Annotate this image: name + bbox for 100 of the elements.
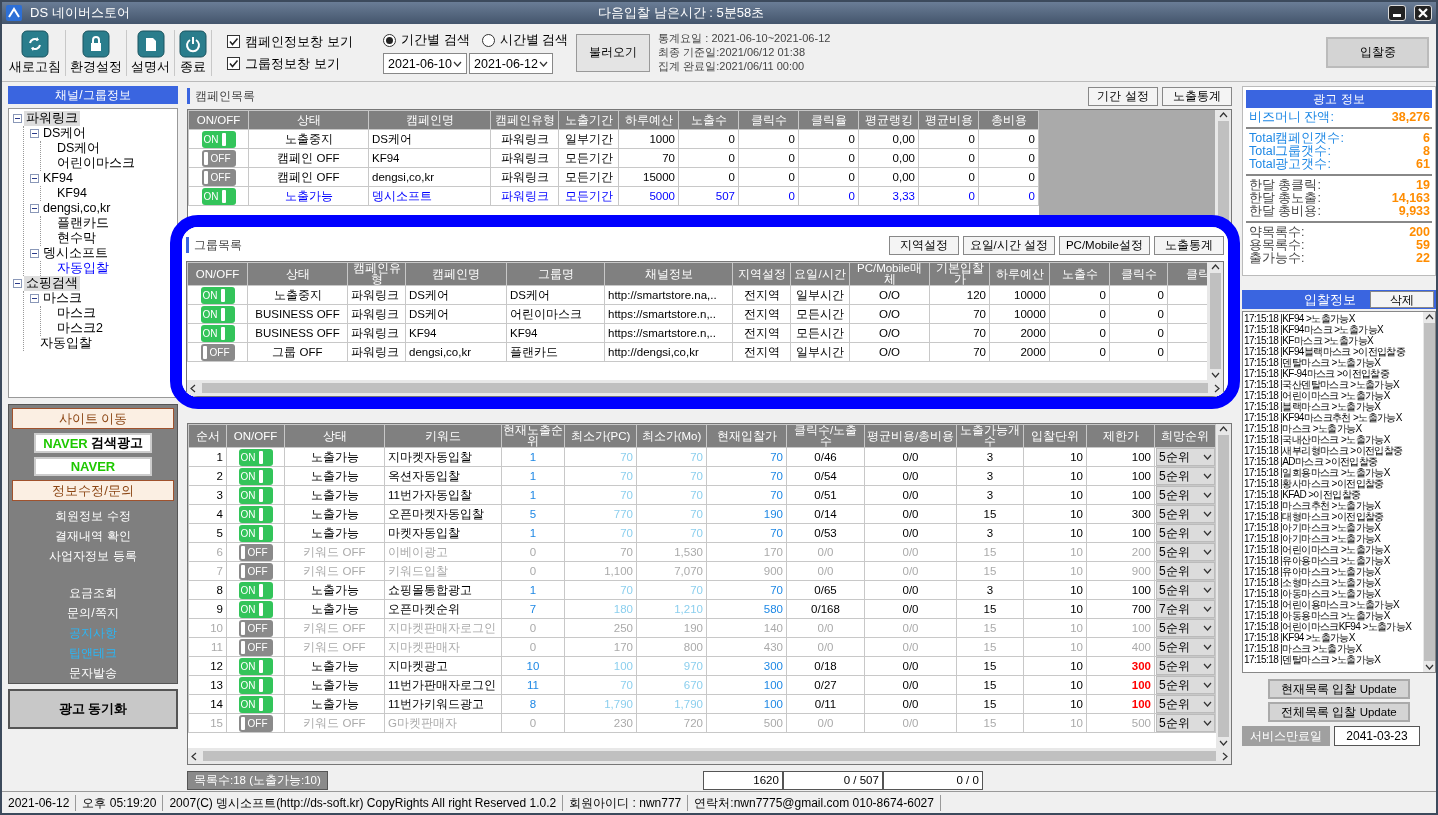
toolbar-button[interactable]: 환경설정 <box>67 29 125 76</box>
toggle-switch[interactable]: ON <box>200 305 235 323</box>
column-header[interactable]: 평균비용 <box>918 110 979 130</box>
column-header[interactable]: 요일/시간 <box>790 262 850 286</box>
tree-item[interactable]: 마스크 <box>41 291 84 306</box>
column-header[interactable]: 클릭수/노출수 <box>786 424 865 448</box>
column-header[interactable]: 현재입찰가 <box>706 424 787 448</box>
rank-dropdown[interactable]: 5순위 <box>1156 486 1215 504</box>
toggle-switch[interactable]: ON <box>200 324 235 342</box>
column-header[interactable]: 최소가(PC) <box>564 424 637 448</box>
bidding-button[interactable]: 입찰중 <box>1326 37 1429 68</box>
column-header[interactable]: 희망순위 <box>1154 424 1216 448</box>
column-header[interactable]: 캠페인명 <box>368 110 491 130</box>
tree-item[interactable]: DS케어 <box>41 126 89 141</box>
column-header[interactable]: 캠페인명 <box>405 262 507 286</box>
rank-dropdown[interactable]: 5순위 <box>1156 505 1215 523</box>
rank-dropdown[interactable]: 5순위 <box>1156 581 1215 599</box>
update-button[interactable]: 현재목록 입찰 Update <box>1268 679 1410 699</box>
vertical-scrollbar[interactable] <box>1423 312 1435 672</box>
collapse-icon[interactable] <box>30 249 39 258</box>
toggle-switch[interactable]: ON <box>238 600 273 618</box>
collapse-icon[interactable] <box>30 174 39 183</box>
menu-link[interactable]: 회원정보 수정 <box>55 506 131 526</box>
column-header[interactable]: ON/OFF <box>188 110 249 130</box>
date-dropdown[interactable]: 2021-06-12 <box>469 53 553 74</box>
checkbox[interactable]: 캠페인정보창 보기 <box>227 32 377 51</box>
vertical-scrollbar[interactable] <box>1207 262 1223 380</box>
column-header[interactable]: 지역설정 <box>732 262 791 286</box>
column-header[interactable]: 하루예산 <box>989 262 1050 286</box>
action-button[interactable]: 기간 설정 <box>1088 86 1158 106</box>
column-header[interactable]: 최소가(Mo) <box>636 424 707 448</box>
load-button[interactable]: 불러오기 <box>576 33 651 72</box>
toggle-switch[interactable]: ON <box>238 524 273 542</box>
tree-item[interactable]: 자동입찰 <box>38 336 94 351</box>
column-header[interactable]: PC/Mobile매체 <box>849 262 930 286</box>
collapse-icon[interactable] <box>13 279 22 288</box>
rank-dropdown[interactable]: 5순위 <box>1156 619 1215 637</box>
column-header[interactable]: 현재노출순위 <box>501 424 565 448</box>
tree-item[interactable]: 마스크 <box>55 306 98 321</box>
toggle-switch[interactable]: OFF <box>238 638 273 656</box>
delete-button[interactable]: 삭제 <box>1370 291 1434 308</box>
column-header[interactable]: 입찰단위 <box>1023 424 1087 448</box>
update-button[interactable]: 전체목록 입찰 Update <box>1268 702 1410 722</box>
menu-link[interactable]: 요금조회 <box>69 583 117 603</box>
toggle-switch[interactable]: ON <box>201 187 236 205</box>
site-link-button[interactable]: NAVER 검색광고 <box>34 433 152 453</box>
rank-dropdown[interactable]: 5순위 <box>1156 657 1215 675</box>
radio-button[interactable]: 기간별 검색 <box>383 31 470 49</box>
column-header[interactable]: 노출기간 <box>558 110 619 130</box>
collapse-icon[interactable] <box>30 294 39 303</box>
close-button[interactable] <box>1414 5 1432 21</box>
column-header[interactable]: 클릭수 <box>738 110 799 130</box>
toolbar-button[interactable]: 새로고침 <box>6 29 64 76</box>
tree-item[interactable]: DS케어 <box>55 141 103 156</box>
rank-dropdown[interactable]: 5순위 <box>1156 714 1215 732</box>
column-header[interactable]: ON/OFF <box>226 424 285 448</box>
toggle-switch[interactable]: OFF <box>238 543 273 561</box>
column-header[interactable]: 키워드 <box>384 424 502 448</box>
horizontal-scrollbar[interactable] <box>188 748 1231 764</box>
rank-dropdown[interactable]: 5순위 <box>1156 467 1215 485</box>
column-header[interactable]: 기본입찰가 <box>929 262 990 286</box>
column-header[interactable]: 상태 <box>284 424 385 448</box>
toggle-switch[interactable]: OFF <box>200 343 235 361</box>
action-button[interactable]: 지역설정 <box>888 235 959 255</box>
toggle-switch[interactable]: OFF <box>201 168 236 186</box>
sync-button[interactable]: 광고 동기화 <box>8 689 178 729</box>
toggle-switch[interactable]: OFF <box>238 562 273 580</box>
column-header[interactable]: ON/OFF <box>187 262 248 286</box>
menu-link[interactable]: 문자발송 <box>69 663 117 683</box>
column-header[interactable]: 상태 <box>248 110 369 130</box>
column-header[interactable]: 노출수 <box>1049 262 1110 286</box>
column-header[interactable]: 클릭 <box>1167 262 1207 286</box>
menu-link[interactable]: 결재내역 확인 <box>55 526 131 546</box>
date-dropdown[interactable]: 2021-06-10 <box>383 53 467 74</box>
rank-dropdown[interactable]: 7순위 <box>1156 600 1215 618</box>
tree-item[interactable]: 현수막 <box>55 231 98 246</box>
toggle-switch[interactable]: ON <box>238 581 273 599</box>
column-header[interactable]: 노출가능개수 <box>956 424 1024 448</box>
column-header[interactable]: 상태 <box>247 262 348 286</box>
toggle-switch[interactable]: ON <box>238 448 273 466</box>
collapse-icon[interactable] <box>30 204 39 213</box>
rank-dropdown[interactable]: 5순위 <box>1156 543 1215 561</box>
radio-button[interactable]: 시간별 검색 <box>481 31 569 49</box>
tree-item[interactable]: 자동입찰 <box>55 261 111 276</box>
toggle-switch[interactable]: ON <box>238 486 273 504</box>
action-button[interactable]: PC/Mobile설정 <box>1058 235 1150 255</box>
tree-item[interactable]: dengsi,co,kr <box>41 201 113 216</box>
tree-item[interactable]: 쇼핑검색 <box>24 276 80 291</box>
column-header[interactable]: 캠페인유형 <box>490 110 559 130</box>
tree-item[interactable]: 플랜카드 <box>55 216 111 231</box>
checkbox[interactable]: 그룹정보창 보기 <box>227 54 377 73</box>
column-header[interactable]: 순서 <box>188 424 227 448</box>
column-header[interactable]: 채널정보 <box>604 262 733 286</box>
collapse-icon[interactable] <box>30 129 39 138</box>
toggle-switch[interactable]: OFF <box>201 149 236 167</box>
toggle-switch[interactable]: OFF <box>238 714 273 732</box>
minimize-button[interactable] <box>1388 5 1406 21</box>
column-header[interactable]: 평균비용/총비용 <box>864 424 957 448</box>
rank-dropdown[interactable]: 5순위 <box>1156 562 1215 580</box>
toggle-switch[interactable]: ON <box>238 467 273 485</box>
